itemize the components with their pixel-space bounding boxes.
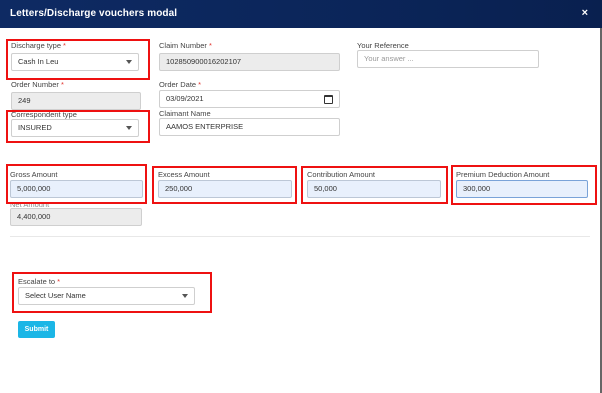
letters-discharge-modal: Letters/Discharge vouchers modal × Disch… — [0, 0, 602, 393]
claim-number-field: Claim Number * 102850900016202107 — [159, 41, 340, 73]
premium-deduction-amount-field: Premium Deduction Amount 300,000 — [456, 170, 588, 200]
discharge-type-value: Cash In Leu — [18, 57, 59, 66]
net-amount-field: Net Amount 4,400,000 — [10, 200, 142, 228]
escalate-to-value: Select User Name — [25, 291, 86, 300]
submit-button[interactable]: Submit — [18, 321, 55, 338]
escalate-to-select[interactable]: Select User Name — [18, 287, 195, 305]
discharge-type-select[interactable]: Cash In Leu — [11, 53, 139, 71]
claim-number-input[interactable]: 102850900016202107 — [159, 53, 340, 71]
gross-amount-label: Gross Amount — [10, 170, 58, 179]
order-date-input[interactable]: 03/09/2021 — [159, 90, 340, 108]
contribution-amount-field: Contribution Amount 50,000 — [307, 170, 441, 200]
modal-body: Discharge type * Cash In Leu Claim Number… — [0, 28, 602, 393]
excess-amount-label: Excess Amount — [158, 170, 210, 179]
modal-header: Letters/Discharge vouchers modal × — [0, 0, 602, 28]
close-icon[interactable]: × — [582, 7, 588, 19]
premium-deduction-amount-input[interactable]: 300,000 — [456, 180, 588, 198]
order-number-field: Order Number * 249 — [11, 80, 141, 112]
your-reference-input[interactable]: Your answer ... — [357, 50, 539, 68]
escalate-to-label: Escalate to * — [18, 277, 61, 286]
discharge-type-field: Discharge type * Cash In Leu — [11, 41, 139, 73]
calendar-icon[interactable] — [324, 95, 333, 104]
correspondent-type-label: Correspondent type — [11, 110, 77, 119]
correspondent-type-value: INSURED — [18, 123, 52, 132]
contribution-amount-label: Contribution Amount — [307, 170, 375, 179]
chevron-down-icon — [126, 126, 132, 130]
order-date-label: Order Date * — [159, 80, 202, 89]
modal-title: Letters/Discharge vouchers modal — [10, 8, 178, 19]
chevron-down-icon — [182, 294, 188, 298]
excess-amount-field: Excess Amount 250,000 — [158, 170, 292, 200]
your-reference-field: Your Reference Your answer ... — [357, 41, 539, 73]
contribution-amount-input[interactable]: 50,000 — [307, 180, 441, 198]
order-date-value: 03/09/2021 — [166, 94, 204, 103]
order-date-field: Order Date * 03/09/2021 — [159, 80, 340, 112]
correspondent-type-select[interactable]: INSURED — [11, 119, 139, 137]
premium-deduction-amount-label: Premium Deduction Amount — [456, 170, 550, 179]
gross-amount-field: Gross Amount 5,000,000 — [10, 170, 143, 200]
claimant-name-field: Claimant Name AAMOS ENTERPRISE — [159, 109, 340, 139]
correspondent-type-field: Correspondent type INSURED — [11, 110, 139, 140]
your-reference-label: Your Reference — [357, 41, 409, 50]
excess-amount-input[interactable]: 250,000 — [158, 180, 292, 198]
chevron-down-icon — [126, 60, 132, 64]
order-number-label: Order Number * — [11, 80, 64, 89]
gross-amount-input[interactable]: 5,000,000 — [10, 180, 143, 198]
claim-number-label: Claim Number * — [159, 41, 212, 50]
order-number-input[interactable]: 249 — [11, 92, 141, 110]
net-amount-input[interactable]: 4,400,000 — [10, 208, 142, 226]
section-divider — [10, 236, 590, 237]
discharge-type-label: Discharge type * — [11, 41, 66, 50]
escalate-to-field: Escalate to * Select User Name — [18, 277, 195, 307]
claimant-name-input[interactable]: AAMOS ENTERPRISE — [159, 118, 340, 136]
claimant-name-label: Claimant Name — [159, 109, 211, 118]
